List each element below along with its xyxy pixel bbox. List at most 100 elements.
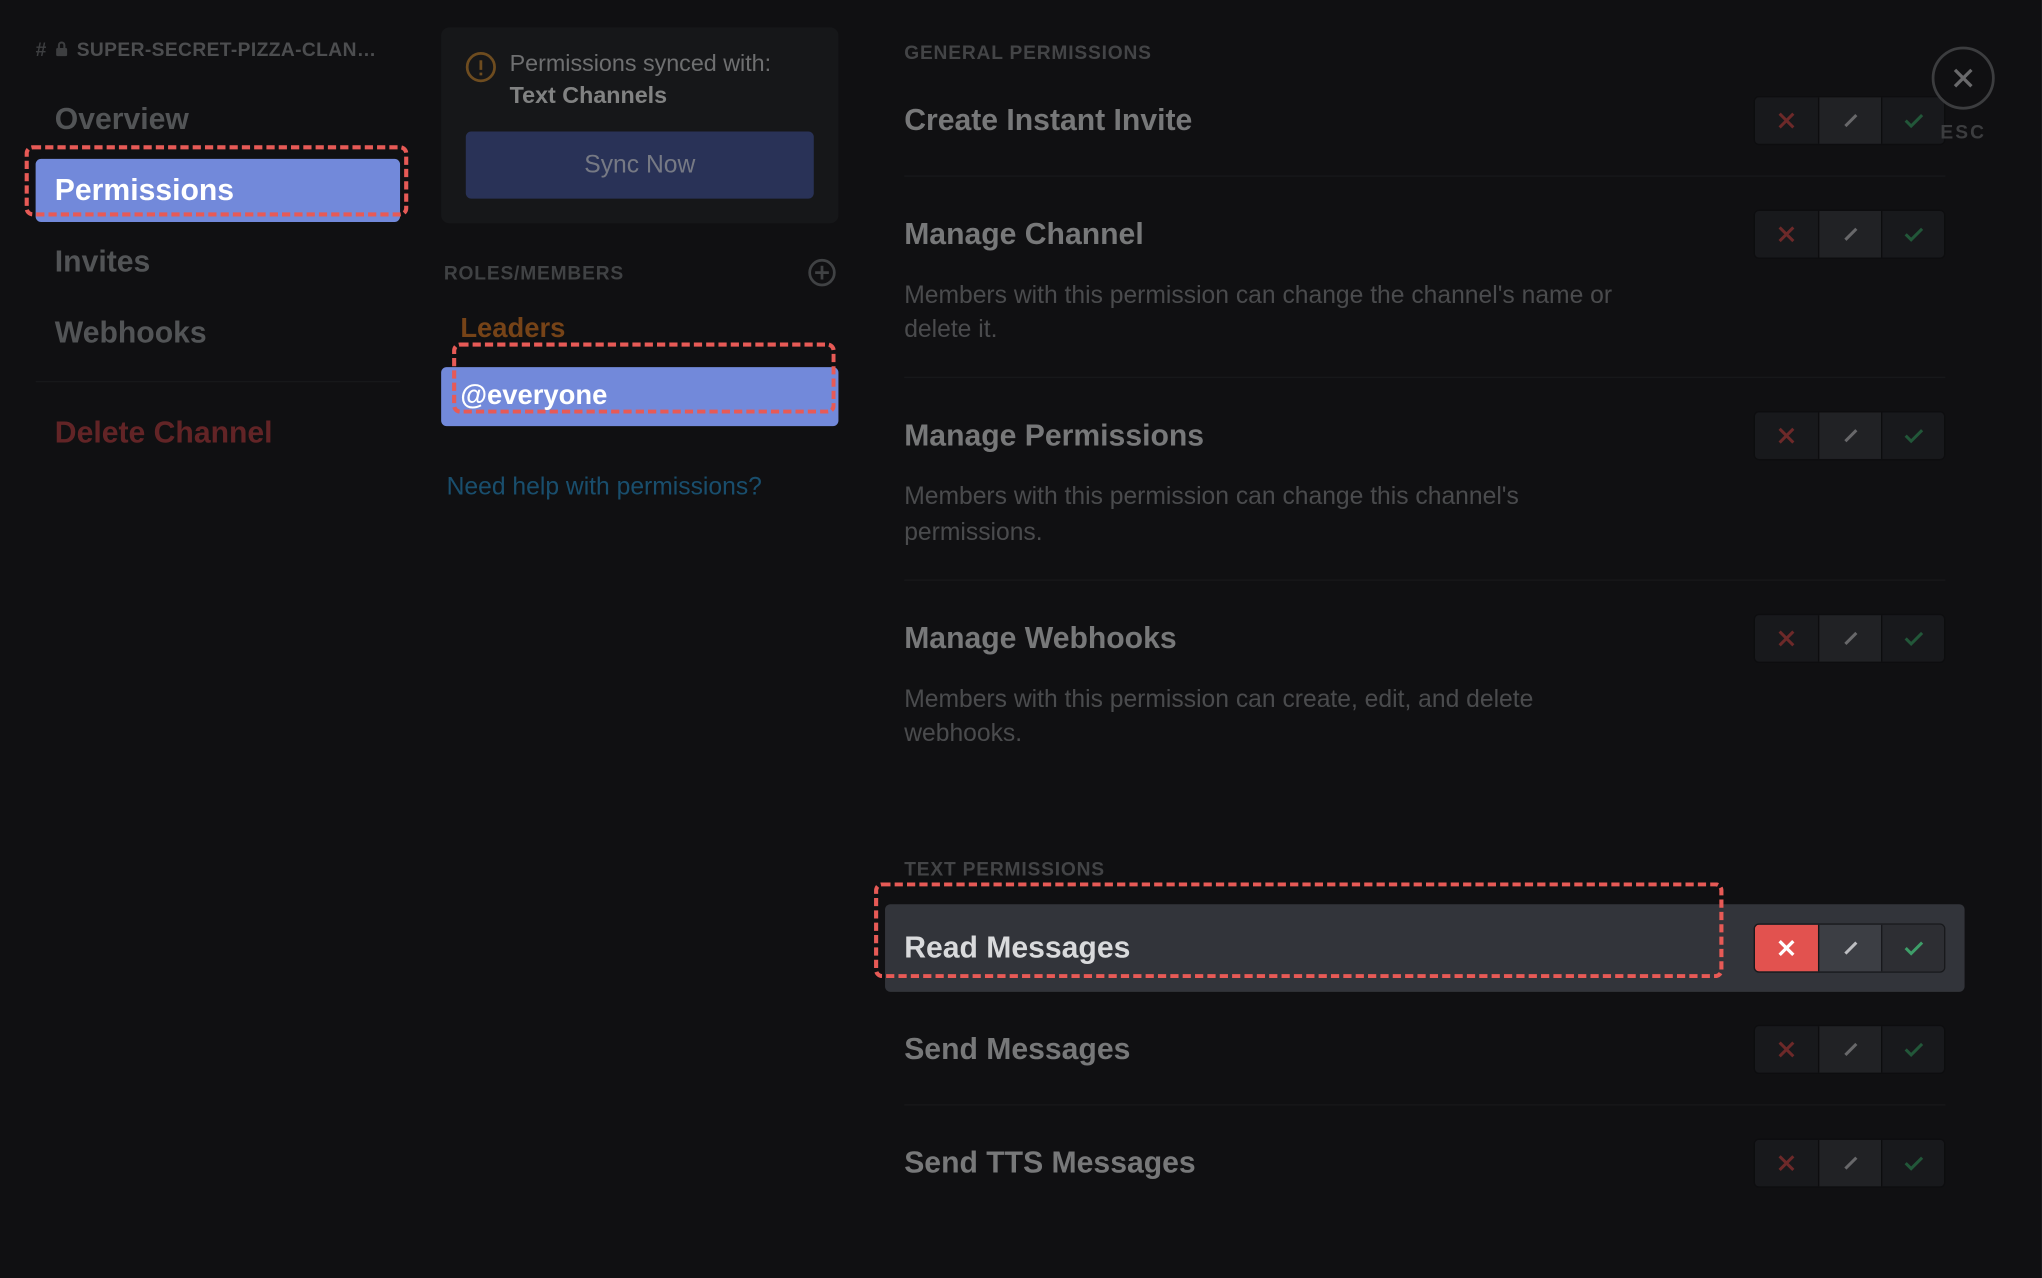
perm-toggle (1754, 412, 1946, 461)
perm-allow-button[interactable] (1881, 413, 1944, 460)
perm-send-messages: Send Messages (904, 1022, 1945, 1106)
role-item-label: Leaders (460, 314, 565, 344)
channel-name-label: # SUPER-SECRET-PIZZA-CLAN… (36, 38, 400, 60)
perm-allow-button[interactable] (1881, 925, 1944, 972)
sync-permissions-card: Permissions synced with: Text Channels S… (441, 27, 838, 223)
delete-channel-button[interactable]: Delete Channel (36, 404, 400, 462)
perm-default-button[interactable] (1818, 413, 1881, 460)
perm-allow-button[interactable] (1881, 211, 1944, 258)
hash-lock-icon: # (36, 40, 69, 59)
close-button[interactable] (1932, 47, 1995, 110)
x-icon (1777, 628, 1796, 647)
x-icon (1777, 111, 1796, 130)
sync-now-button[interactable]: Sync Now (466, 131, 814, 198)
check-icon (1902, 628, 1924, 647)
slash-icon (1841, 111, 1860, 130)
perm-default-button[interactable] (1818, 925, 1881, 972)
perm-default-button[interactable] (1818, 97, 1881, 144)
perm-toggle (1754, 96, 1946, 145)
sidebar-item-label: Webhooks (55, 315, 207, 349)
perm-title: Create Instant Invite (904, 103, 1192, 139)
slash-icon (1841, 1040, 1860, 1059)
slash-icon (1841, 1154, 1860, 1173)
perm-description: Members with this permission can create,… (904, 682, 1644, 751)
perm-description: Members with this permission can change … (904, 480, 1644, 549)
perm-toggle (1754, 613, 1946, 662)
add-role-icon[interactable] (808, 259, 835, 286)
perm-deny-button[interactable] (1755, 1140, 1818, 1187)
delete-channel-label: Delete Channel (55, 415, 273, 449)
svg-text:#: # (36, 40, 47, 59)
perm-manage-permissions: Manage Permissions Members with this per… (904, 409, 1945, 581)
check-icon (1902, 427, 1924, 446)
roles-column: Permissions synced with: Text Channels S… (425, 0, 850, 1278)
perm-read-messages: Read Messages (885, 904, 1965, 992)
sidebar-item-permissions[interactable]: Permissions (36, 159, 400, 222)
text-permissions-header: TEXT PERMISSIONS (904, 858, 1945, 880)
x-icon (1777, 427, 1796, 446)
channel-name-text: SUPER-SECRET-PIZZA-CLAN… (77, 38, 377, 60)
perm-title: Send TTS Messages (904, 1145, 1195, 1181)
sync-now-label: Sync Now (584, 151, 695, 178)
perm-deny-button[interactable] (1755, 925, 1818, 972)
check-icon (1902, 111, 1924, 130)
check-icon (1902, 1040, 1924, 1059)
sidebar-item-label: Invites (55, 244, 150, 278)
perm-deny-button[interactable] (1755, 615, 1818, 662)
perm-default-button[interactable] (1818, 615, 1881, 662)
roles-header: ROLES/MEMBERS (444, 259, 836, 286)
sidebar-item-label: Overview (55, 101, 189, 135)
perm-manage-channel: Manage Channel Members with this permiss… (904, 207, 1945, 379)
slash-icon (1841, 225, 1860, 244)
permissions-help-link[interactable]: Need help with permissions? (447, 472, 762, 501)
perm-default-button[interactable] (1818, 1140, 1881, 1187)
roles-header-label: ROLES/MEMBERS (444, 261, 624, 283)
slash-icon (1841, 939, 1860, 958)
perm-allow-button[interactable] (1881, 1026, 1944, 1073)
perm-deny-button[interactable] (1755, 211, 1818, 258)
perm-title: Send Messages (904, 1032, 1130, 1068)
perm-toggle (1754, 924, 1946, 973)
role-item-label: @everyone (460, 381, 607, 411)
perm-default-button[interactable] (1818, 1026, 1881, 1073)
role-item-everyone[interactable]: @everyone (441, 367, 838, 426)
perm-toggle (1754, 1139, 1946, 1188)
general-permissions-header: GENERAL PERMISSIONS (904, 41, 1945, 63)
role-item-leaders[interactable]: Leaders (441, 300, 838, 359)
perm-deny-button[interactable] (1755, 413, 1818, 460)
perm-deny-button[interactable] (1755, 1026, 1818, 1073)
perm-allow-button[interactable] (1881, 615, 1944, 662)
permissions-panel: GENERAL PERMISSIONS Create Instant Invit… (849, 0, 2041, 1278)
esc-label: ESC (1932, 121, 1995, 143)
perm-title: Manage Channel (904, 216, 1143, 252)
close-area: ESC (1932, 47, 1995, 143)
perm-description: Members with this permission can change … (904, 278, 1644, 347)
warning-icon (466, 52, 496, 82)
x-icon (1777, 1154, 1796, 1173)
check-icon (1902, 939, 1924, 958)
slash-icon (1841, 427, 1860, 446)
perm-send-tts-messages: Send TTS Messages (904, 1136, 1945, 1218)
sync-lead: Permissions synced with: (510, 51, 771, 77)
sidebar-divider (36, 381, 400, 382)
perm-create-invite: Create Instant Invite (904, 93, 1945, 177)
sidebar-item-invites[interactable]: Invites (36, 230, 400, 293)
close-icon (1951, 66, 1976, 91)
x-icon (1777, 1040, 1796, 1059)
check-icon (1902, 225, 1924, 244)
perm-deny-button[interactable] (1755, 97, 1818, 144)
sidebar-item-webhooks[interactable]: Webhooks (36, 301, 400, 364)
perm-default-button[interactable] (1818, 211, 1881, 258)
sidebar-item-label: Permissions (55, 173, 234, 207)
check-icon (1902, 1154, 1924, 1173)
sync-target: Text Channels (510, 82, 667, 108)
perm-toggle (1754, 1025, 1946, 1074)
perm-title: Manage Permissions (904, 418, 1204, 454)
sidebar-item-overview[interactable]: Overview (36, 88, 400, 151)
settings-sidebar: # SUPER-SECRET-PIZZA-CLAN… Overview Perm… (0, 0, 425, 1278)
x-icon (1777, 225, 1796, 244)
perm-title: Manage Webhooks (904, 620, 1176, 656)
perm-toggle (1754, 210, 1946, 259)
perm-allow-button[interactable] (1881, 1140, 1944, 1187)
slash-icon (1841, 628, 1860, 647)
